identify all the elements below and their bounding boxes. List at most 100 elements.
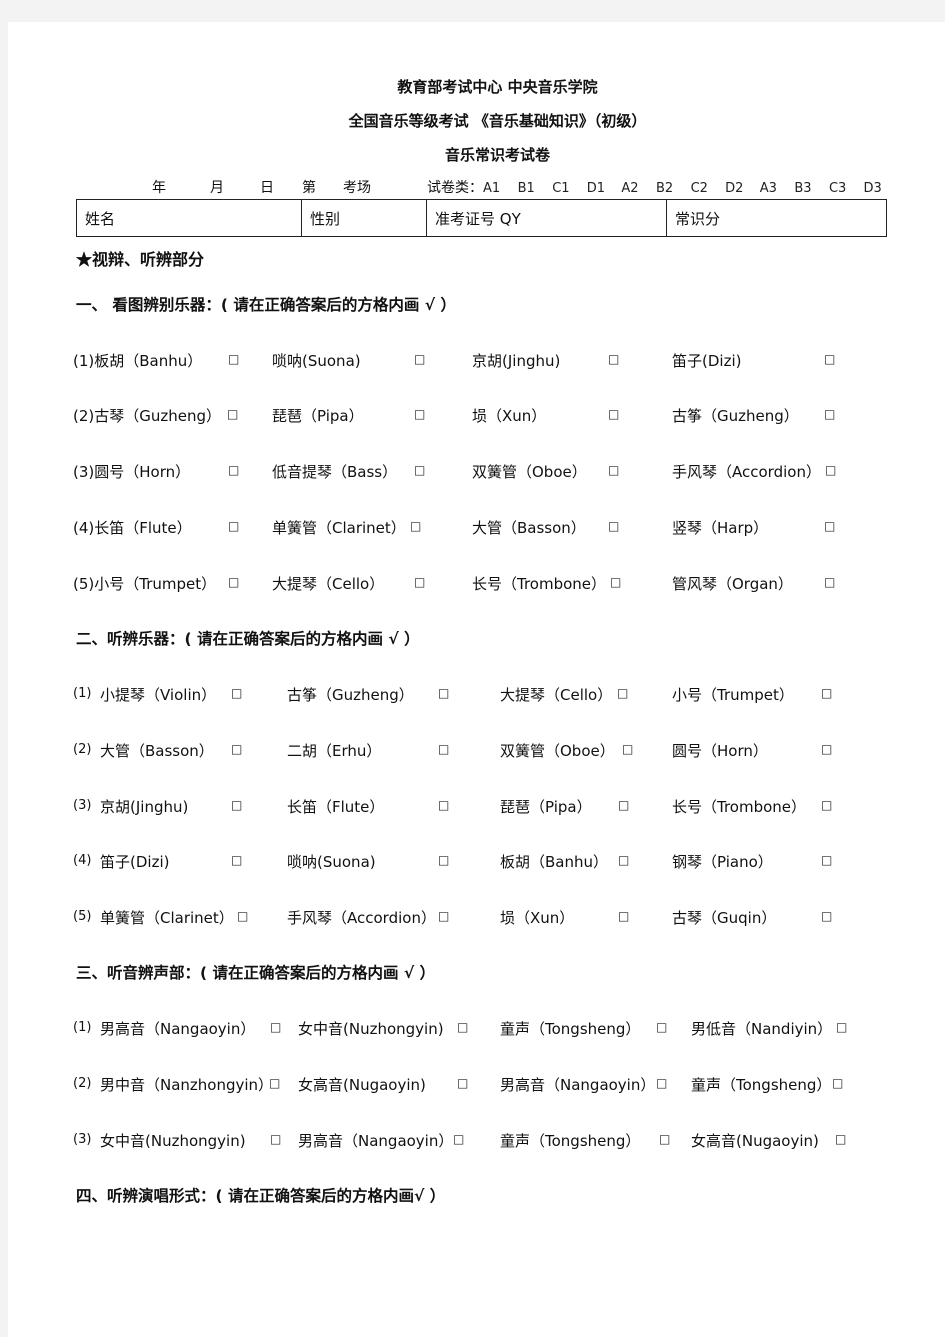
answer-checkbox[interactable]: □ — [821, 742, 832, 756]
answer-checkbox[interactable]: □ — [453, 1132, 464, 1146]
answer-checkbox[interactable]: □ — [608, 352, 619, 366]
answer-option: 琵琶（Pipa） — [500, 796, 592, 817]
option-label: 圆号（Horn） — [672, 742, 768, 760]
answer-checkbox[interactable]: □ — [438, 742, 449, 756]
option-label: 板胡（Banhu） — [500, 853, 609, 871]
gender-field[interactable]: 性别 — [301, 199, 427, 237]
paper-code-option[interactable]: B2 — [656, 181, 691, 196]
paper-code-option[interactable]: A2 — [621, 181, 656, 196]
answer-checkbox[interactable]: □ — [438, 853, 449, 867]
paper-code-option[interactable]: D1 — [587, 181, 622, 196]
answer-checkbox[interactable]: □ — [231, 742, 242, 756]
answer-checkbox[interactable]: □ — [231, 798, 242, 812]
answer-checkbox[interactable]: □ — [618, 798, 629, 812]
answer-checkbox[interactable]: □ — [835, 1132, 846, 1146]
option-label: 童声（Tongsheng） — [500, 1020, 641, 1038]
answer-checkbox[interactable]: □ — [824, 352, 835, 366]
answer-checkbox[interactable]: □ — [832, 1076, 843, 1090]
paper-code-option[interactable]: A3 — [760, 181, 795, 196]
answer-checkbox[interactable]: □ — [231, 853, 242, 867]
question-number: (1) — [73, 352, 95, 370]
answer-checkbox[interactable]: □ — [231, 686, 242, 700]
paper-code-option[interactable]: C3 — [829, 181, 864, 196]
question-number: (5) — [73, 575, 95, 593]
ticket-number-field[interactable]: 准考证号 QY — [426, 199, 667, 237]
answer-checkbox[interactable]: □ — [824, 575, 835, 589]
answer-checkbox[interactable]: □ — [659, 1132, 670, 1146]
paper-type-label: 试卷类： — [427, 180, 483, 196]
answer-checkbox[interactable]: □ — [608, 519, 619, 533]
paper-code-option[interactable]: D3 — [864, 181, 899, 196]
answer-option: 圆号（Horn） — [672, 740, 768, 761]
answer-checkbox[interactable]: □ — [836, 1020, 847, 1034]
answer-option: 童声（Tongsheng） — [691, 1074, 831, 1095]
option-label: 大提琴（Cello） — [500, 686, 613, 704]
question-number: (4) — [73, 853, 92, 868]
answer-option: 埙（Xun） — [500, 907, 574, 928]
answer-checkbox[interactable]: □ — [608, 463, 619, 477]
answer-checkbox[interactable]: □ — [414, 352, 425, 366]
answer-checkbox[interactable]: □ — [270, 1020, 281, 1034]
paper-code-option[interactable]: C1 — [552, 181, 587, 196]
answer-checkbox[interactable]: □ — [438, 686, 449, 700]
question-number: (4) — [73, 519, 95, 537]
answer-checkbox[interactable]: □ — [457, 1076, 468, 1090]
paper-codes: A1 B1 C1 D1 A2 B2 C2 D2 A3 B3 C3 D3 — [483, 181, 898, 196]
answer-option: 唢呐(Suona) — [272, 350, 361, 371]
answer-option: (3)圆号（Horn） — [73, 461, 190, 482]
answer-checkbox[interactable]: □ — [656, 1076, 667, 1090]
score-field[interactable]: 常识分 — [666, 199, 887, 237]
answer-option: 双簧管（Oboe） — [472, 461, 587, 482]
answer-option: 男中音（Nanzhongyin） — [100, 1074, 273, 1095]
option-label: 古琴（Guqin） — [672, 909, 777, 927]
answer-checkbox[interactable]: □ — [821, 686, 832, 700]
answer-checkbox[interactable]: □ — [608, 407, 619, 421]
answer-option: 京胡(Jinghu) — [472, 350, 560, 371]
section-heading: 三、听音辨声部：( 请在正确答案后的方格内画 √ ） — [76, 964, 436, 982]
answer-option: 古筝（Guzheng） — [287, 684, 414, 705]
paper-code-option[interactable]: B3 — [794, 181, 829, 196]
answer-checkbox[interactable]: □ — [414, 463, 425, 477]
answer-checkbox[interactable]: □ — [824, 407, 835, 421]
option-label: 小号（Trumpet） — [672, 686, 794, 704]
answer-checkbox[interactable]: □ — [228, 463, 239, 477]
option-label: 长笛（Flute） — [94, 519, 192, 537]
option-label: 大管（Basson） — [472, 519, 586, 537]
year-label: 年 — [152, 180, 166, 196]
answer-checkbox[interactable]: □ — [438, 798, 449, 812]
answer-option: 单簧管（Clarinet） — [100, 907, 234, 928]
option-label: 男中音（Nanzhongyin） — [100, 1076, 274, 1094]
answer-checkbox[interactable]: □ — [617, 686, 628, 700]
option-label: 手风琴（Accordion） — [672, 463, 821, 481]
paper-code-option[interactable]: D2 — [725, 181, 760, 196]
answer-checkbox[interactable]: □ — [269, 1076, 280, 1090]
paper-code-option[interactable]: C2 — [691, 181, 726, 196]
answer-checkbox[interactable]: □ — [237, 909, 248, 923]
answer-checkbox[interactable]: □ — [228, 575, 239, 589]
answer-checkbox[interactable]: □ — [825, 463, 836, 477]
answer-checkbox[interactable]: □ — [821, 798, 832, 812]
answer-checkbox[interactable]: □ — [622, 742, 633, 756]
answer-checkbox[interactable]: □ — [414, 575, 425, 589]
name-field[interactable]: 姓名 — [76, 199, 302, 237]
answer-checkbox[interactable]: □ — [656, 1020, 667, 1034]
answer-checkbox[interactable]: □ — [228, 352, 239, 366]
answer-checkbox[interactable]: □ — [270, 1132, 281, 1146]
paper-code-option[interactable]: B1 — [518, 181, 553, 196]
answer-checkbox[interactable]: □ — [824, 519, 835, 533]
answer-checkbox[interactable]: □ — [821, 909, 832, 923]
answer-checkbox[interactable]: □ — [410, 519, 421, 533]
answer-checkbox[interactable]: □ — [821, 853, 832, 867]
option-label: 埙（Xun） — [472, 407, 547, 425]
paper-code-option[interactable]: A1 — [483, 181, 518, 196]
answer-checkbox[interactable]: □ — [610, 575, 621, 589]
answer-option: 手风琴（Accordion） — [287, 907, 436, 928]
answer-checkbox[interactable]: □ — [227, 407, 238, 421]
answer-checkbox[interactable]: □ — [618, 909, 629, 923]
answer-checkbox[interactable]: □ — [228, 519, 239, 533]
question-number: (3) — [73, 1132, 92, 1147]
answer-checkbox[interactable]: □ — [414, 407, 425, 421]
answer-checkbox[interactable]: □ — [618, 853, 629, 867]
answer-checkbox[interactable]: □ — [457, 1020, 468, 1034]
answer-checkbox[interactable]: □ — [438, 909, 449, 923]
